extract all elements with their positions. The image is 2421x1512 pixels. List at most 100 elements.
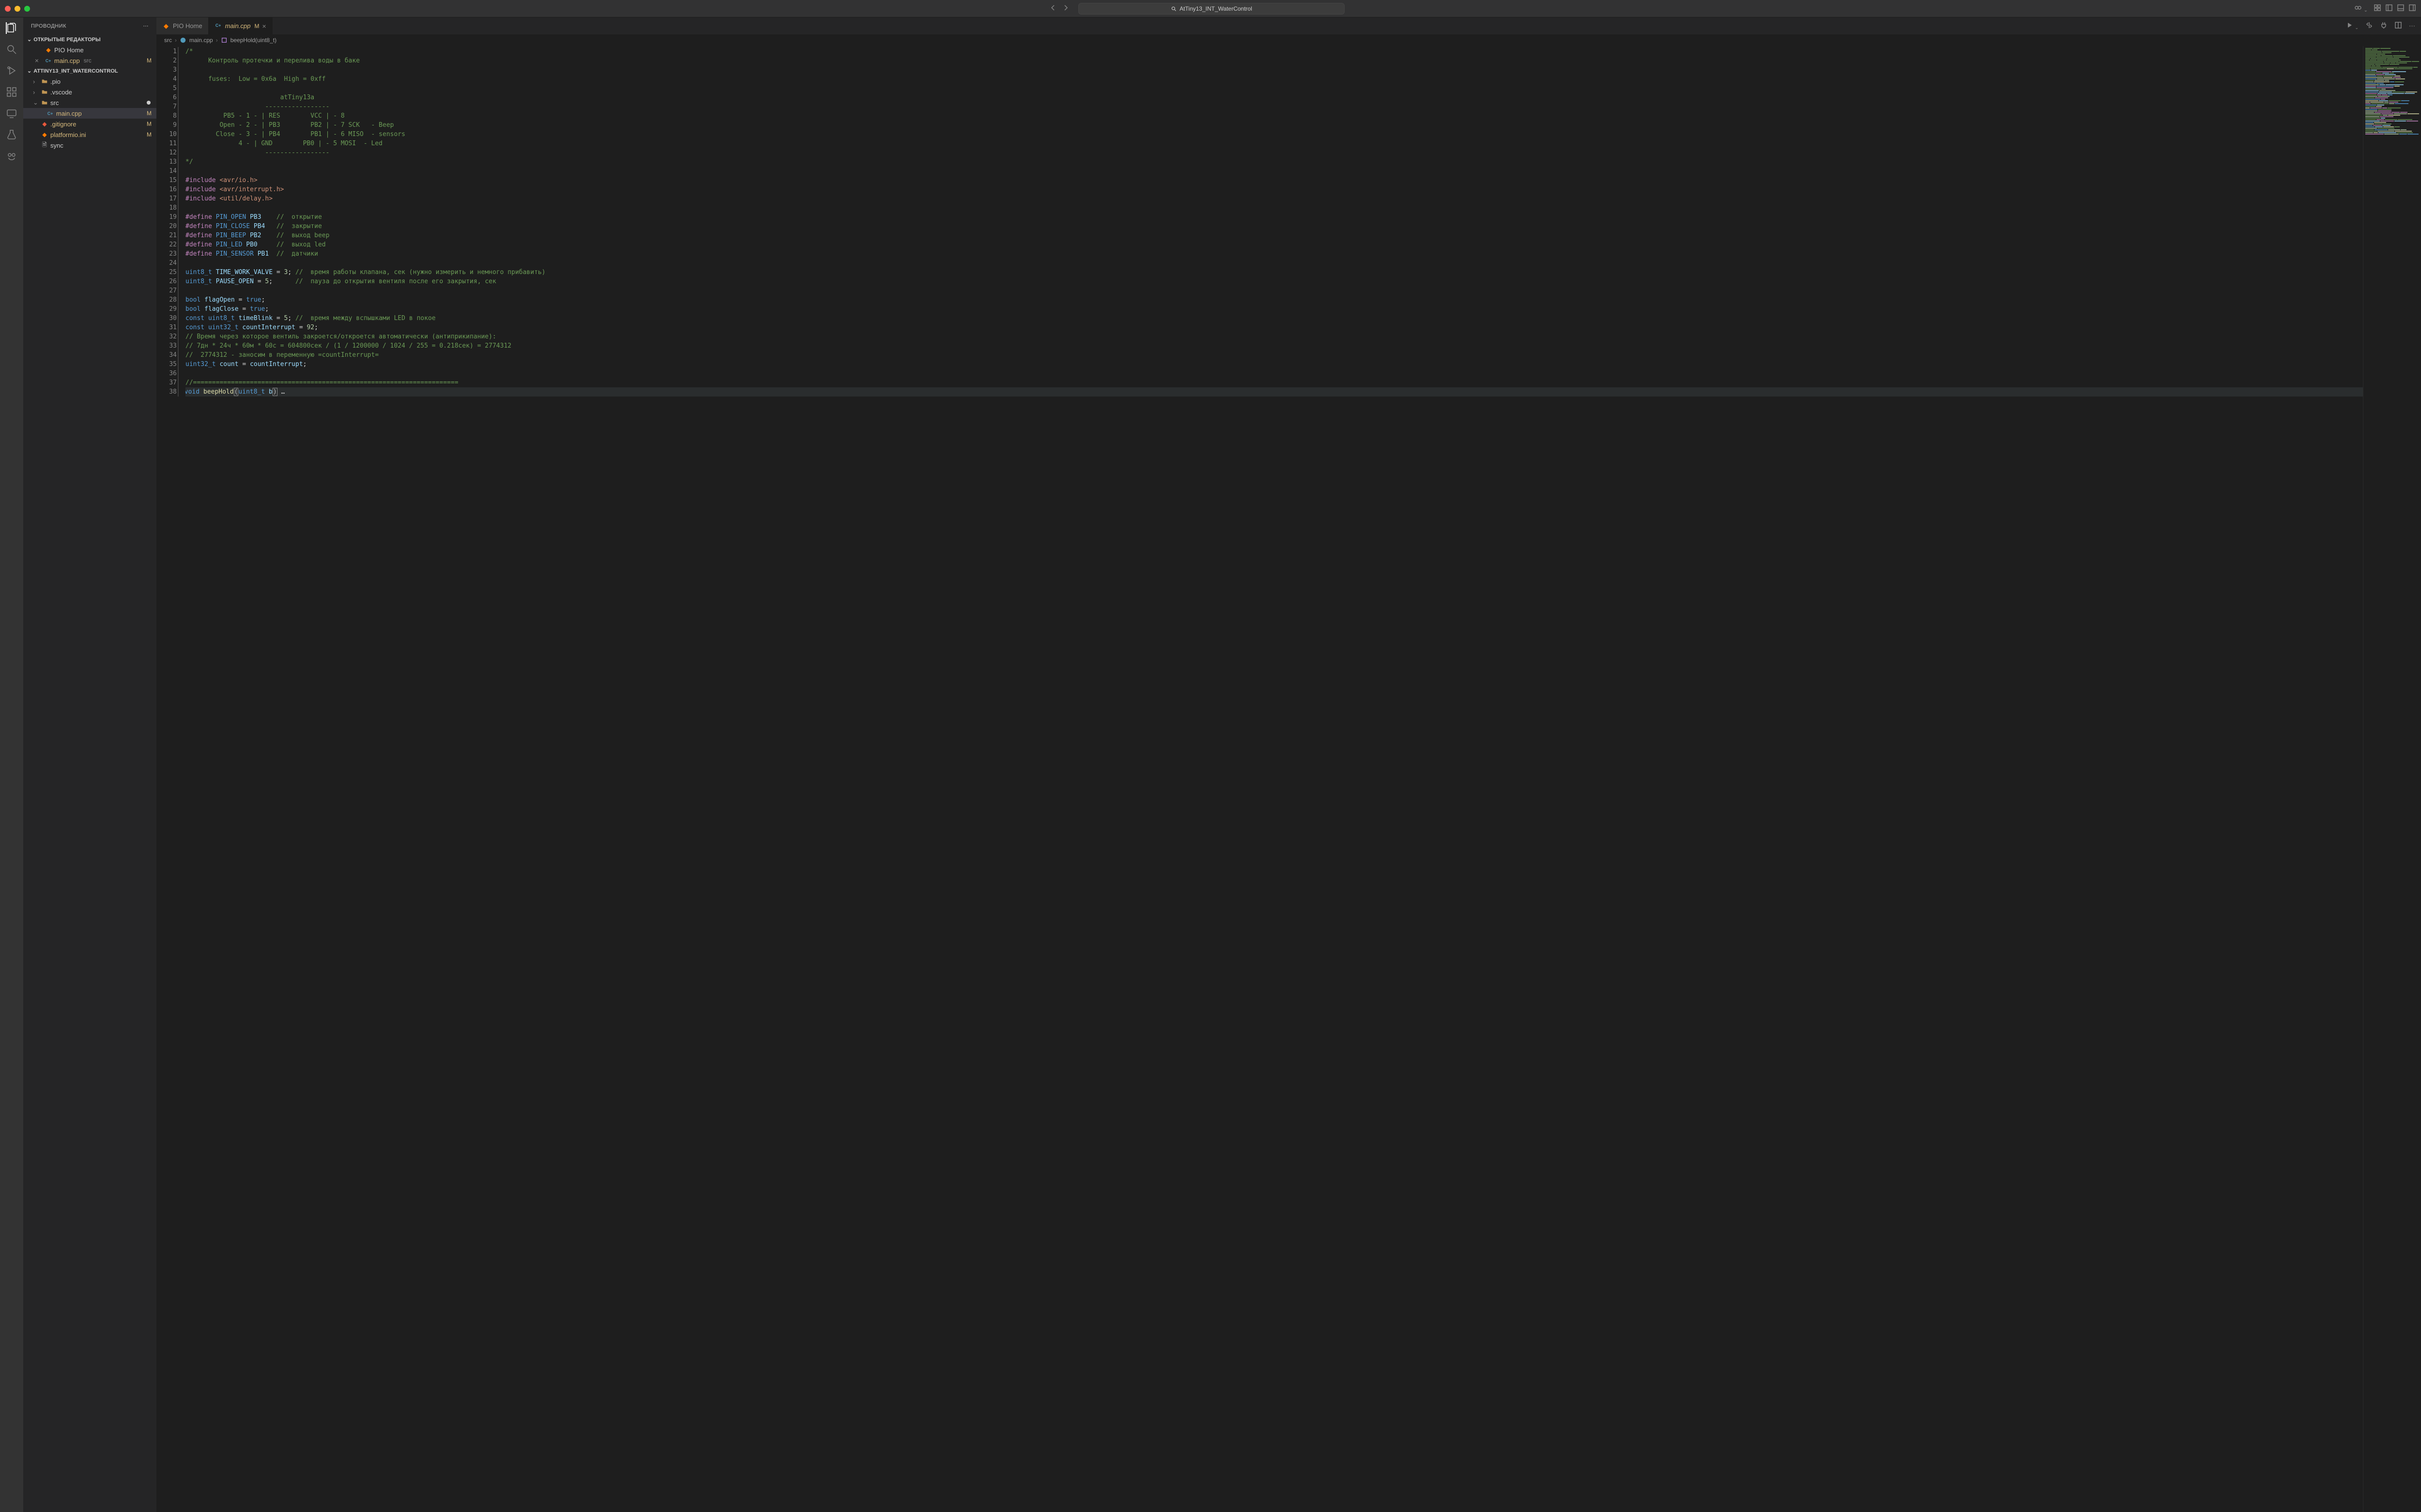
file-item[interactable]: ◆platformio.iniM (23, 129, 156, 140)
close-window-button[interactable] (5, 6, 11, 12)
command-center[interactable]: AtTiny13_INT_WaterControl (1078, 3, 1345, 15)
code-line-25[interactable]: uint8_t TIME_WORK_VALVE = 3; // время ра… (185, 268, 2363, 277)
minimap[interactable] (2363, 46, 2421, 1512)
debug-activity-icon[interactable] (6, 65, 17, 76)
item-label: src (50, 99, 59, 107)
layout-grid-icon[interactable] (2374, 4, 2381, 13)
code-line-29[interactable]: bool flagClose = true; (185, 305, 2363, 314)
code-line-10[interactable]: Close - 3 - | PB4 PB1 | - 6 MISO - senso… (185, 130, 2363, 139)
folder-item[interactable]: ›.vscode (23, 87, 156, 97)
breadcrumb-item[interactable]: main.cpp (189, 37, 213, 44)
explorer-activity-icon[interactable] (6, 22, 17, 34)
code-line-2[interactable]: Контроль протечки и перелива воды в баке (185, 56, 2363, 65)
editor-tab[interactable]: ◆PIO Home (156, 17, 209, 34)
code-line-23[interactable]: #define PIN_SENSOR PB1 // датчики (185, 249, 2363, 259)
code-line-13[interactable]: */ (185, 157, 2363, 167)
code-line-20[interactable]: #define PIN_CLOSE PB4 // закрытие (185, 222, 2363, 231)
tabs-bar: ◆PIO HomeC+main.cppM× ⌄ ⋯ (156, 17, 2421, 34)
open-editor-item[interactable]: ×C+main.cppsrcM (23, 55, 156, 66)
platformio-activity-icon[interactable] (6, 150, 17, 162)
editor-tab[interactable]: C+main.cppM× (209, 17, 273, 34)
chevron-icon: ⌄ (33, 99, 39, 107)
code-content[interactable]: /* Контроль протечки и перелива воды в б… (185, 46, 2363, 1512)
code-line-33[interactable]: // 7дн * 24ч * 60м * 60с = 604800сек / (… (185, 341, 2363, 351)
code-editor[interactable]: 1234567891011121314151617181920212223242… (156, 46, 2421, 1512)
item-label: main.cpp (56, 110, 82, 117)
code-line-6[interactable]: atTiny13a (185, 93, 2363, 102)
code-line-14[interactable] (185, 167, 2363, 176)
remote-activity-icon[interactable] (6, 107, 17, 119)
close-tab-icon[interactable]: × (262, 22, 266, 30)
breadcrumb-item[interactable]: beepHold(uint8_t) (230, 37, 276, 44)
code-line-31[interactable]: const uint32_t countInterrupt = 92; (185, 323, 2363, 332)
plug-icon[interactable] (2380, 21, 2388, 31)
sidebar-more-icon[interactable]: ⋯ (143, 23, 149, 29)
close-icon[interactable]: × (33, 57, 41, 64)
code-line-28[interactable]: bool flagOpen = true; (185, 295, 2363, 305)
code-line-5[interactable] (185, 84, 2363, 93)
project-section[interactable]: ⌄ ATTINY13_INT_WATERCONTROL (23, 66, 156, 76)
code-line-34[interactable]: // 2774312 - заносим в переменную =count… (185, 351, 2363, 360)
copilot-icon[interactable]: ⌄ (2354, 4, 2368, 13)
minimize-window-button[interactable] (15, 6, 20, 12)
code-line-35[interactable]: uint32_t count = countInterrupt; (185, 360, 2363, 369)
code-line-8[interactable]: PB5 - 1 - | RES VCC | - 8 (185, 111, 2363, 121)
open-editors-section[interactable]: ⌄ ОТКРЫТЫЕ РЕДАКТОРЫ (23, 34, 156, 45)
code-line-16[interactable]: #include <avr/interrupt.h> (185, 185, 2363, 194)
maximize-window-button[interactable] (24, 6, 30, 12)
code-line-3[interactable] (185, 65, 2363, 75)
code-line-21[interactable]: #define PIN_BEEP PB2 // выход beep (185, 231, 2363, 240)
code-line-11[interactable]: 4 - | GND PB0 | - 5 MOSI - Led (185, 139, 2363, 148)
folder-item[interactable]: ⌄ src (23, 97, 156, 108)
open-editor-item[interactable]: ◆PIO Home (23, 45, 156, 55)
code-line-26[interactable]: uint8_t PAUSE_OPEN = 5; // пауза до откр… (185, 277, 2363, 286)
file-item[interactable]: 🗎sync (23, 140, 156, 151)
code-line-24[interactable] (185, 259, 2363, 268)
code-line-27[interactable] (185, 286, 2363, 295)
modified-badge: M (147, 121, 152, 127)
file-label: main.cpp (54, 57, 80, 64)
code-line-32[interactable]: // Время через которое вентиль закроется… (185, 332, 2363, 341)
code-line-22[interactable]: #define PIN_LED PB0 // выход led (185, 240, 2363, 249)
breadcrumb-item[interactable]: src (164, 37, 172, 44)
code-line-15[interactable]: #include <avr/io.h> (185, 176, 2363, 185)
sidebar-title: ПРОВОДНИК (31, 23, 66, 29)
code-line-19[interactable]: #define PIN_OPEN PB3 // открытие (185, 213, 2363, 222)
file-item[interactable]: ◆.gitignoreM (23, 119, 156, 129)
split-editor-icon[interactable] (2394, 21, 2402, 31)
toggle-right-sidebar-icon[interactable] (2408, 4, 2416, 13)
code-line-4[interactable]: fuses: Low = 0x6a High = 0xff (185, 75, 2363, 84)
code-line-9[interactable]: Open - 2 - | PB3 PB2 | - 7 SCK - Beep (185, 121, 2363, 130)
breadcrumbs[interactable]: src › main.cpp › beepHold(uint8_t) (156, 34, 2421, 46)
toggle-sidebar-icon[interactable] (2385, 4, 2393, 13)
code-line-17[interactable]: #include <util/delay.h> (185, 194, 2363, 203)
code-line-30[interactable]: const uint8_t timeBlink = 5; // время ме… (185, 314, 2363, 323)
titlebar-actions: ⌄ (2354, 4, 2416, 13)
explorer-sidebar: ПРОВОДНИК ⋯ ⌄ ОТКРЫТЫЕ РЕДАКТОРЫ ◆PIO Ho… (23, 17, 156, 1512)
compare-icon[interactable] (2365, 21, 2373, 31)
folder-icon (41, 99, 48, 107)
extensions-activity-icon[interactable] (6, 86, 17, 98)
code-line-7[interactable]: ----------------- (185, 102, 2363, 111)
run-dropdown-button[interactable]: ⌄ (2346, 21, 2359, 31)
editor-more-icon[interactable]: ⋯ (2409, 22, 2415, 30)
code-line-18[interactable] (185, 203, 2363, 213)
search-activity-icon[interactable] (6, 44, 17, 55)
item-label: .vscode (50, 89, 72, 96)
code-line-1[interactable]: /* (185, 47, 2363, 56)
folder-item[interactable]: ›.pio (23, 76, 156, 87)
code-line-36[interactable] (185, 369, 2363, 378)
nav-arrows (1049, 4, 1070, 13)
item-label: sync (50, 142, 63, 149)
testing-activity-icon[interactable] (6, 129, 17, 140)
code-line-38[interactable]: ›void beepHold(uint8_t b) … (185, 387, 2363, 397)
editor-area: ◆PIO HomeC+main.cppM× ⌄ ⋯ src › main.cpp… (156, 17, 2421, 1512)
toggle-panel-icon[interactable] (2397, 4, 2405, 13)
code-line-37[interactable]: //======================================… (185, 378, 2363, 387)
nav-forward-button[interactable] (1062, 4, 1070, 13)
file-item[interactable]: C+main.cppM (23, 108, 156, 119)
svg-text:C+: C+ (215, 23, 221, 28)
code-line-12[interactable]: ----------------- (185, 148, 2363, 157)
nav-back-button[interactable] (1049, 4, 1057, 13)
chevron-down-icon: ⌄ (27, 68, 31, 74)
